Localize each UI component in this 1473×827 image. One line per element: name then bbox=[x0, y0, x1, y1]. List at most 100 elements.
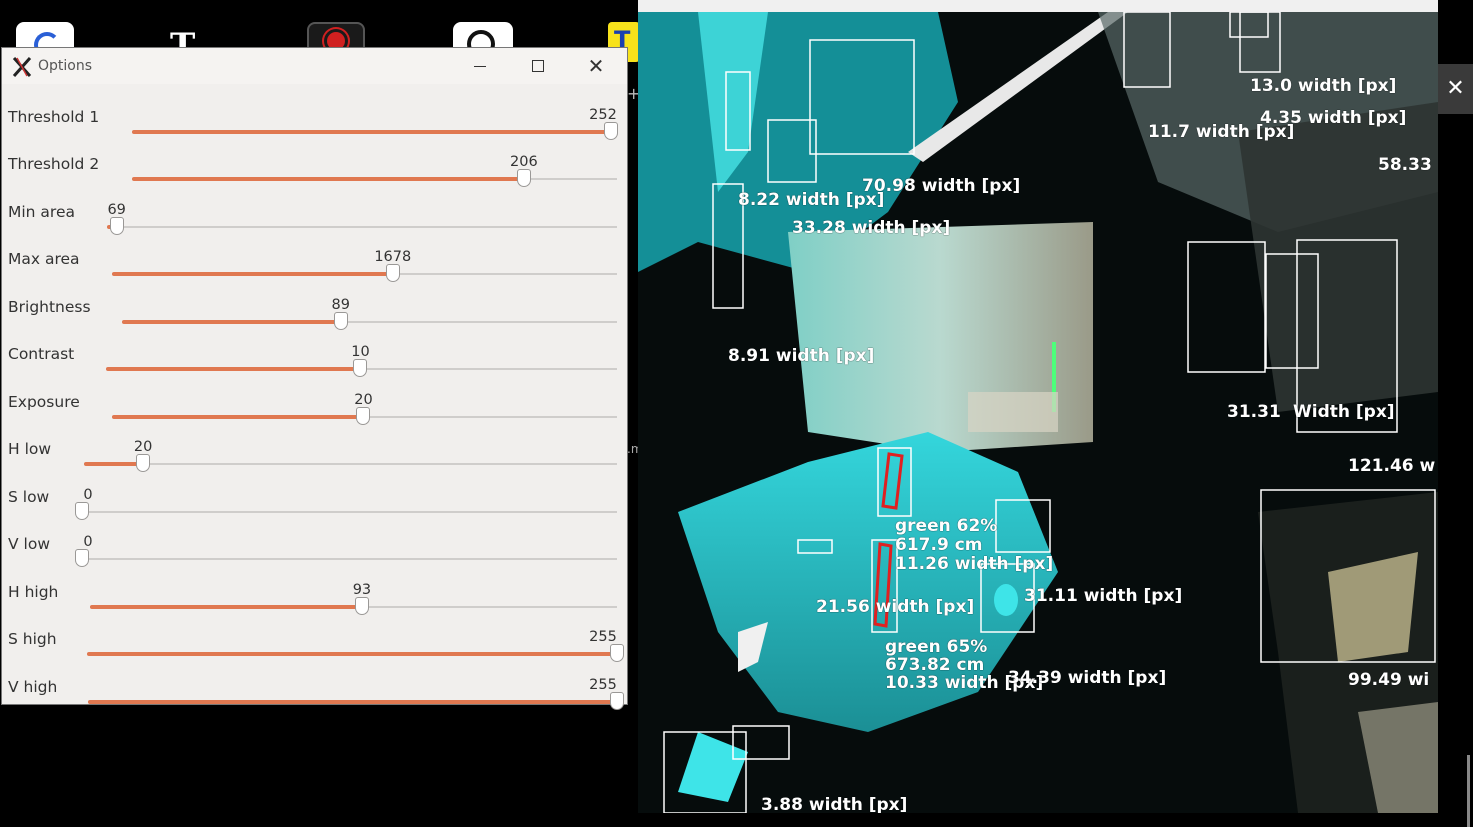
slider-label: Max area bbox=[8, 250, 80, 268]
slider-track[interactable]: 69 bbox=[107, 202, 617, 235]
overlay-label: 3.88 width [px] bbox=[761, 795, 908, 813]
slider-row: H low 20 bbox=[2, 428, 627, 475]
slider-fill bbox=[90, 605, 362, 609]
side-panel: ✕ bbox=[1438, 64, 1473, 114]
slider-track[interactable]: 255 bbox=[87, 629, 624, 662]
slider-thumb[interactable] bbox=[109, 217, 124, 235]
slider-value: 0 bbox=[83, 534, 93, 550]
slider-thumb[interactable] bbox=[354, 597, 369, 615]
slider-thumb[interactable] bbox=[136, 454, 151, 472]
slider-fill bbox=[112, 272, 393, 276]
slider-row: Contrast 10 bbox=[2, 333, 627, 380]
camera-window: 13.0 width [px] 4.35 width [px] 11.7 width… bbox=[638, 0, 1438, 813]
overlay-label: 31.11 width [px] bbox=[1024, 586, 1183, 606]
slider-thumb[interactable] bbox=[610, 692, 624, 710]
slider-thumb[interactable] bbox=[353, 359, 368, 377]
slider-thumb[interactable] bbox=[385, 264, 400, 282]
slider-track[interactable]: 0 bbox=[75, 487, 617, 520]
slider-label: Threshold 2 bbox=[8, 155, 100, 173]
slider-thumb[interactable] bbox=[333, 312, 348, 330]
overlay-label: 8.91 width [px] bbox=[728, 346, 875, 366]
window-title: Options bbox=[38, 58, 93, 74]
slider-value: 0 bbox=[83, 487, 93, 503]
overlay-label: 13.0 width [px] bbox=[1250, 76, 1397, 96]
side-close-button[interactable]: ✕ bbox=[1438, 64, 1473, 114]
overlay-label: 11.26 width [px] bbox=[895, 554, 1054, 574]
overlay-label: green 62% bbox=[895, 516, 998, 536]
slider-row: Min area 69 bbox=[2, 191, 627, 238]
overlay-label: 121.46 w bbox=[1348, 456, 1436, 476]
slider-value: 93 bbox=[352, 582, 372, 598]
slider-label: Brightness bbox=[8, 298, 91, 316]
slider-thumb[interactable] bbox=[75, 502, 89, 520]
overlay-label: 33.28 width [px] bbox=[792, 218, 951, 238]
maximize-button[interactable] bbox=[518, 52, 558, 80]
slider-label: S low bbox=[8, 488, 50, 506]
slider-value: 1678 bbox=[374, 249, 412, 265]
slider-row: H high 93 bbox=[2, 571, 627, 618]
slider-track[interactable]: 93 bbox=[90, 582, 617, 615]
slider-track[interactable]: 0 bbox=[75, 534, 617, 567]
overlay-label: green 65% bbox=[885, 637, 988, 657]
slider-label: Threshold 1 bbox=[8, 108, 100, 126]
options-titlebar[interactable]: Options ✕ bbox=[2, 48, 627, 84]
close-button[interactable]: ✕ bbox=[576, 52, 616, 80]
overlay-label: 31.31 bbox=[1227, 402, 1281, 422]
slider-label: H high bbox=[8, 583, 59, 601]
overlay-label: Width [px] bbox=[1293, 402, 1395, 422]
slider-fill bbox=[112, 415, 364, 419]
slider-thumb[interactable] bbox=[604, 122, 619, 140]
slider-value: 10 bbox=[351, 344, 370, 360]
slider-thumb[interactable] bbox=[610, 644, 624, 662]
slider-fill bbox=[132, 130, 612, 134]
slider-row: Max area 1678 bbox=[2, 238, 627, 285]
slider-value: 89 bbox=[331, 297, 351, 313]
slider-track[interactable]: 20 bbox=[84, 439, 617, 472]
overlay-label: 11.7 width [px] bbox=[1148, 122, 1295, 142]
slider-track[interactable]: 89 bbox=[122, 297, 617, 330]
slider-row: Exposure 20 bbox=[2, 381, 627, 428]
slider-fill bbox=[122, 320, 341, 324]
slider-thumb[interactable] bbox=[75, 549, 89, 567]
slider-row: Threshold 2 206 bbox=[2, 143, 627, 190]
slider-value: 20 bbox=[133, 439, 153, 455]
overlay-label: 58.33 bbox=[1378, 155, 1432, 175]
slider-label: S high bbox=[8, 630, 57, 648]
slider-label: H low bbox=[8, 440, 52, 458]
slider-track[interactable]: 252 bbox=[132, 107, 619, 140]
slider-value: 252 bbox=[589, 107, 617, 123]
slider-value: 255 bbox=[589, 629, 617, 645]
overlay-label: 673.82 cm bbox=[885, 655, 985, 675]
slider-row: Threshold 1 252 bbox=[2, 96, 627, 143]
slider-thumb[interactable] bbox=[356, 407, 371, 425]
slider-track[interactable]: 206 bbox=[132, 154, 617, 187]
slider-label: Min area bbox=[8, 203, 75, 221]
slider-track[interactable]: 1678 bbox=[112, 249, 617, 282]
overlay-label: 34.39 width [px] bbox=[1008, 668, 1167, 688]
x11-app-icon bbox=[12, 57, 32, 77]
camera-titlebar[interactable] bbox=[638, 0, 1438, 12]
slider-row: S low 0 bbox=[2, 476, 627, 523]
slider-fill bbox=[84, 462, 144, 466]
slider-label: V high bbox=[8, 678, 58, 696]
slider-fill bbox=[106, 367, 361, 371]
slider-track[interactable]: 255 bbox=[88, 677, 624, 710]
slider-track[interactable]: 10 bbox=[106, 344, 617, 377]
slider-thumb[interactable] bbox=[516, 169, 531, 187]
overlay-label: 8.22 width [px] bbox=[738, 190, 885, 210]
options-window: Options ✕ Threshold 1 252 Threshold 2 206 Mi… bbox=[2, 48, 627, 710]
overlay-label: 99.49 wi bbox=[1348, 670, 1430, 690]
slider-row: V low 0 bbox=[2, 523, 627, 570]
slider-label: V low bbox=[8, 535, 50, 553]
scrollbar[interactable] bbox=[1467, 755, 1470, 827]
slider-fill bbox=[87, 652, 617, 656]
overlay-label: 21.56 width [px] bbox=[816, 597, 975, 617]
slider-value: 255 bbox=[589, 677, 617, 693]
slider-value: 20 bbox=[354, 392, 373, 408]
scene-cyan-blob bbox=[994, 584, 1018, 616]
slider-fill bbox=[88, 700, 617, 704]
minimize-button[interactable] bbox=[460, 52, 500, 80]
slider-row: V high 255 bbox=[2, 666, 627, 713]
overlay-label: 617.9 cm bbox=[895, 535, 983, 555]
slider-track[interactable]: 20 bbox=[112, 392, 617, 425]
